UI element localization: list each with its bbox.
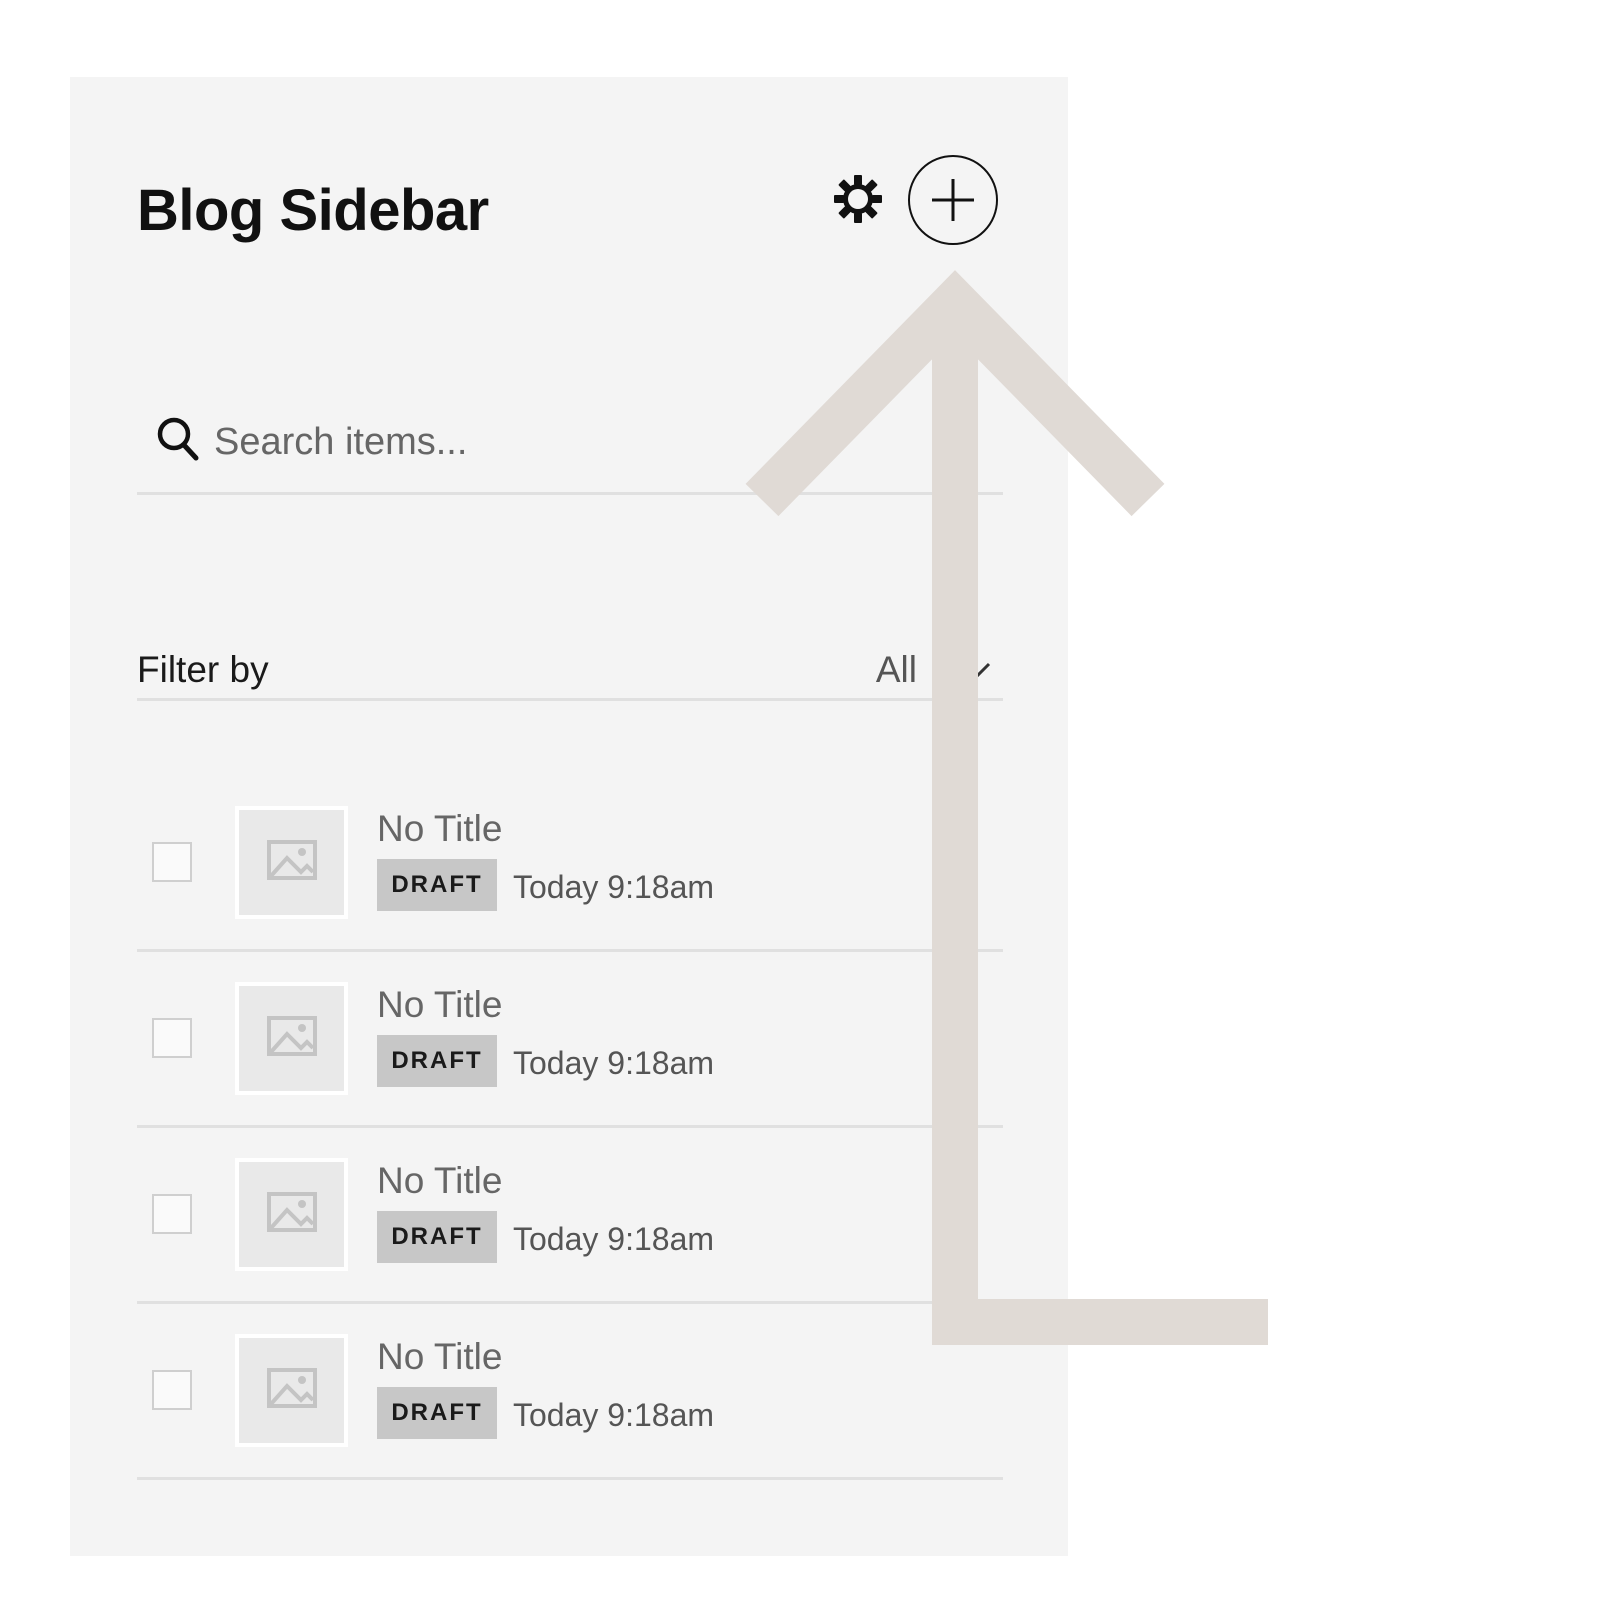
settings-button[interactable]	[832, 173, 884, 225]
item-title: No Title	[377, 1160, 503, 1201]
item-checkbox[interactable]	[152, 1370, 192, 1410]
plus-icon	[932, 179, 974, 221]
item-date: Today 9:18am	[513, 869, 715, 905]
thumbnail-placeholder	[235, 1158, 348, 1271]
item-checkbox[interactable]	[152, 1194, 192, 1234]
image-icon	[267, 1368, 317, 1408]
image-icon	[267, 1016, 317, 1056]
blog-sidebar-panel: Blog Sidebar Search items... Filter by A…	[70, 77, 1068, 1556]
thumbnail-placeholder	[235, 982, 348, 1095]
search-bar	[137, 405, 1003, 495]
list-item[interactable]: No Title DRAFT Today 9:18am	[137, 1304, 1003, 1480]
filter-value: All	[875, 649, 917, 690]
post-list: No Title DRAFT Today 9:18am No Title DRA…	[137, 776, 1003, 1480]
list-item[interactable]: No Title DRAFT Today 9:18am	[137, 776, 1003, 952]
item-title: No Title	[377, 984, 503, 1025]
add-item-button[interactable]	[908, 155, 998, 245]
filter-dropdown[interactable]: All	[863, 649, 1003, 699]
image-icon	[267, 840, 317, 880]
item-date: Today 9:18am	[513, 1397, 715, 1433]
image-icon	[267, 1192, 317, 1232]
chevron-down-icon	[965, 662, 991, 678]
filter-label: Filter by	[137, 649, 269, 690]
gear-icon	[834, 175, 882, 223]
item-checkbox[interactable]	[152, 1018, 192, 1058]
status-badge: DRAFT	[377, 1035, 497, 1087]
page-title: Blog Sidebar	[137, 178, 489, 243]
list-item[interactable]: No Title DRAFT Today 9:18am	[137, 1128, 1003, 1304]
item-checkbox[interactable]	[152, 842, 192, 882]
list-item[interactable]: No Title DRAFT Today 9:18am	[137, 952, 1003, 1128]
filter-bar: Filter by All	[137, 649, 1003, 701]
item-date: Today 9:18am	[513, 1045, 715, 1081]
thumbnail-placeholder	[235, 806, 348, 919]
status-badge: DRAFT	[377, 1211, 497, 1263]
item-title: No Title	[377, 808, 503, 849]
item-title: No Title	[377, 1336, 503, 1377]
thumbnail-placeholder	[235, 1334, 348, 1447]
search-icon	[157, 417, 199, 461]
status-badge: DRAFT	[377, 859, 497, 911]
search-input[interactable]	[212, 405, 976, 479]
item-date: Today 9:18am	[513, 1221, 715, 1257]
status-badge: DRAFT	[377, 1387, 497, 1439]
